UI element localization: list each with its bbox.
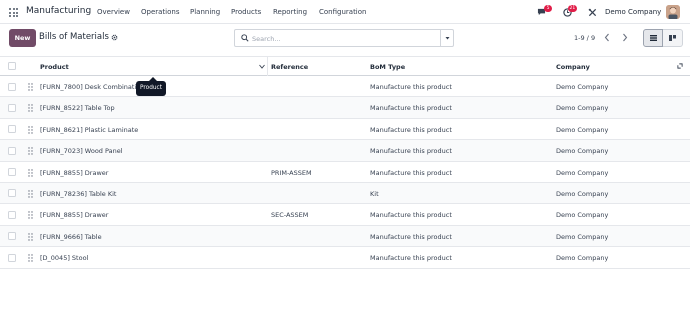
- drag-handle-icon[interactable]: [28, 233, 33, 241]
- drag-handle-icon[interactable]: [28, 104, 33, 113]
- table-row[interactable]: [FURN_7800] Desk Combination Manufacture …: [0, 76, 690, 98]
- cell-product[interactable]: [FURN_8522] Table Top: [40, 104, 115, 112]
- cell-bom-type[interactable]: Manufacture this product: [370, 147, 452, 155]
- column-header-company[interactable]: Company: [556, 63, 590, 71]
- cell-product[interactable]: [FURN_7800] Desk Combination: [40, 83, 144, 91]
- caret-down-icon[interactable]: [441, 30, 454, 46]
- table-row[interactable]: [FURN_8522] Table Top Manufacture this pr…: [0, 97, 690, 119]
- row-checkbox[interactable]: [8, 210, 16, 219]
- search-bar: [234, 29, 454, 47]
- cell-bom-type[interactable]: Manufacture this product: [370, 169, 452, 177]
- cell-company[interactable]: Demo Company: [556, 104, 608, 112]
- drag-handle-icon[interactable]: [28, 254, 33, 262]
- cell-company[interactable]: Demo Company: [556, 254, 608, 262]
- bom-list-table: Product Reference BoM Type Company [FURN…: [0, 56, 690, 269]
- menu-planning[interactable]: Planning: [190, 8, 220, 16]
- cell-product[interactable]: [FURN_8855] Drawer: [40, 169, 108, 177]
- column-separator: [267, 57, 268, 76]
- apps-grid-icon[interactable]: [9, 8, 18, 17]
- cell-product[interactable]: [FURN_7023] Wood Panel: [40, 147, 123, 155]
- top-navbar: Manufacturing Overview Operations Planni…: [0, 0, 690, 24]
- row-checkbox[interactable]: [8, 232, 16, 241]
- list-view-button[interactable]: [643, 29, 663, 47]
- search-icon: [241, 34, 249, 42]
- activity-badge: 21: [568, 5, 577, 12]
- cell-reference[interactable]: PRIM-ASSEM: [271, 169, 312, 177]
- cell-bom-type[interactable]: Manufacture this product: [370, 211, 452, 219]
- chevron-right-icon[interactable]: [618, 30, 632, 45]
- cell-company[interactable]: Demo Company: [556, 126, 608, 134]
- table-header: Product Reference BoM Type Company: [0, 56, 690, 76]
- column-header-product[interactable]: Product: [40, 63, 69, 71]
- cell-bom-type[interactable]: Manufacture this product: [370, 126, 452, 134]
- cell-bom-type[interactable]: Manufacture this product: [370, 104, 452, 112]
- cell-company[interactable]: Demo Company: [556, 169, 608, 177]
- cell-bom-type[interactable]: Manufacture this product: [370, 254, 452, 262]
- cell-bom-type[interactable]: Kit: [370, 190, 379, 198]
- sort-chevron-icon[interactable]: [259, 64, 265, 69]
- list-icon: [650, 35, 657, 41]
- table-row[interactable]: [FURN_8855] Drawer PRIM-ASSEM Manufacture …: [0, 162, 690, 183]
- cell-product[interactable]: [FURN_8621] Plastic Laminate: [40, 126, 138, 134]
- cell-company[interactable]: Demo Company: [556, 233, 608, 241]
- table-row[interactable]: [D_0045] Stool Manufacture this product De…: [0, 247, 690, 269]
- row-checkbox[interactable]: [8, 82, 16, 91]
- column-header-reference[interactable]: Reference: [271, 63, 308, 71]
- table-row[interactable]: [FURN_78236] Table Kit Kit Demo Company: [0, 182, 690, 205]
- row-checkbox[interactable]: [8, 253, 16, 262]
- table-row[interactable]: [FURN_9666] Table Manufacture this produc…: [0, 225, 690, 248]
- search-input[interactable]: [252, 33, 432, 44]
- drag-handle-icon[interactable]: [28, 126, 33, 134]
- tools-icon[interactable]: [588, 8, 597, 17]
- avatar[interactable]: [666, 5, 680, 19]
- chat-badge: 5: [544, 5, 552, 12]
- menu-products[interactable]: Products: [231, 8, 261, 16]
- drag-handle-icon[interactable]: [28, 147, 33, 155]
- menu-configuration[interactable]: Configuration: [319, 8, 366, 16]
- column-header-bom-type[interactable]: BoM Type: [370, 63, 405, 71]
- column-tooltip: Product: [136, 81, 167, 96]
- company-switcher[interactable]: Demo Company: [605, 8, 661, 16]
- cell-company[interactable]: Demo Company: [556, 83, 608, 91]
- pager-value[interactable]: 1-9 / 9: [574, 34, 595, 42]
- menu-operations[interactable]: Operations: [141, 8, 179, 16]
- optional-columns-icon[interactable]: [676, 62, 684, 70]
- drag-handle-icon[interactable]: [28, 168, 33, 177]
- app-name[interactable]: Manufacturing: [26, 6, 91, 16]
- cell-bom-type[interactable]: Manufacture this product: [370, 83, 452, 91]
- row-checkbox[interactable]: [8, 125, 16, 134]
- drag-handle-icon[interactable]: [28, 83, 33, 91]
- menu-reporting[interactable]: Reporting: [273, 8, 307, 16]
- cell-product[interactable]: [FURN_78236] Table Kit: [40, 190, 116, 198]
- row-checkbox[interactable]: [8, 146, 16, 155]
- row-checkbox[interactable]: [8, 103, 16, 112]
- cell-product[interactable]: [FURN_8855] Drawer: [40, 211, 108, 219]
- drag-handle-icon[interactable]: [28, 190, 33, 198]
- cell-bom-type[interactable]: Manufacture this product: [370, 233, 452, 241]
- chevron-left-icon[interactable]: [600, 30, 614, 45]
- table-row[interactable]: [FURN_8621] Plastic Laminate Manufacture …: [0, 119, 690, 141]
- cell-product[interactable]: [D_0045] Stool: [40, 254, 88, 262]
- page-title: Bills of Materials: [39, 32, 109, 42]
- select-all-checkbox[interactable]: [8, 62, 16, 70]
- user-avatar-icon: [666, 5, 680, 19]
- row-checkbox[interactable]: [8, 168, 16, 177]
- cell-product[interactable]: [FURN_9666] Table: [40, 233, 102, 241]
- cell-company[interactable]: Demo Company: [556, 211, 608, 219]
- kanban-view-button[interactable]: [663, 29, 683, 47]
- gear-icon[interactable]: [111, 34, 118, 41]
- new-button[interactable]: New: [9, 29, 36, 47]
- row-checkbox[interactable]: [8, 189, 16, 198]
- cell-company[interactable]: Demo Company: [556, 147, 608, 155]
- table-row[interactable]: [FURN_7023] Wood Panel Manufacture this p…: [0, 140, 690, 162]
- cell-company[interactable]: Demo Company: [556, 190, 608, 198]
- table-row[interactable]: [FURN_8855] Drawer SEC-ASSEM Manufacture t…: [0, 204, 690, 226]
- cell-reference[interactable]: SEC-ASSEM: [271, 211, 308, 219]
- kanban-icon: [669, 35, 676, 41]
- drag-handle-icon[interactable]: [28, 211, 33, 220]
- menu-overview[interactable]: Overview: [97, 8, 130, 16]
